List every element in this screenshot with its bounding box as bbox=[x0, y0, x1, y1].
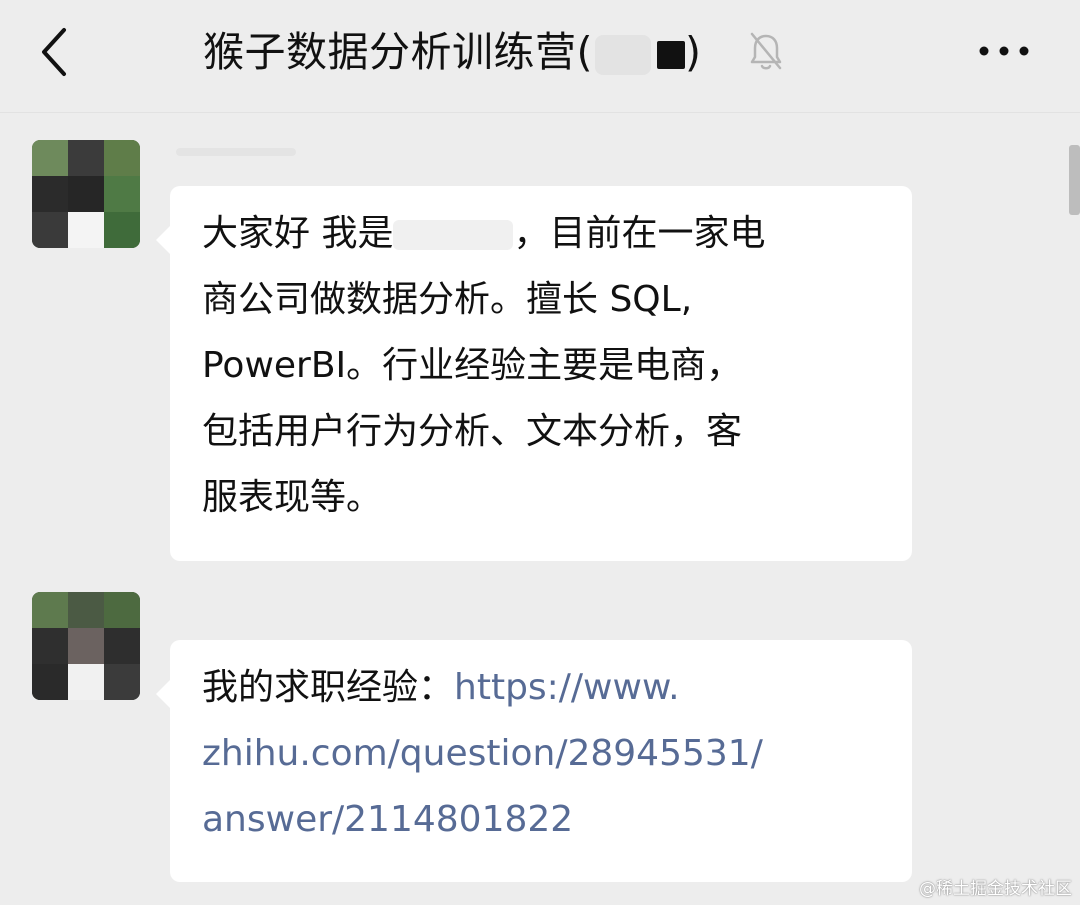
link-text[interactable]: https://www. bbox=[454, 667, 680, 708]
bell-off-icon bbox=[750, 32, 782, 70]
chat-title-close: ) bbox=[685, 28, 702, 76]
scrollbar[interactable] bbox=[1069, 145, 1080, 215]
link-text[interactable]: answer/2114801822 bbox=[202, 799, 573, 840]
avatar[interactable] bbox=[32, 592, 140, 700]
message-bubble[interactable]: 我的求职经验：https://www. zhihu.com/question/2… bbox=[156, 640, 912, 882]
link-text[interactable]: zhihu.com/question/28945531/ bbox=[202, 733, 763, 774]
message-text: 大家好 我是 ，目前在一家电 商公司做数据分析。擅长 SQL, PowerBI。行… bbox=[202, 213, 766, 518]
more-dots-icon[interactable] bbox=[976, 36, 1032, 66]
avatar[interactable] bbox=[32, 140, 140, 248]
chat-title-text: 猴子数据分析训练营( bbox=[203, 28, 593, 76]
bubble-tail bbox=[156, 226, 170, 254]
message-text: 我的求职经验：https://www. zhihu.com/question/2… bbox=[202, 667, 763, 840]
chevron-left-icon[interactable] bbox=[34, 22, 78, 82]
chat-header: 猴子数据分析训练营() bbox=[0, 0, 1080, 113]
redaction-box bbox=[657, 41, 685, 69]
redacted-count bbox=[595, 35, 651, 75]
message-bubble[interactable]: 大家好 我是 ，目前在一家电 商公司做数据分析。擅长 SQL, PowerBI。行… bbox=[156, 186, 912, 561]
watermark: @稀土掘金技术社区 bbox=[919, 879, 1072, 899]
nickname-redacted bbox=[176, 148, 296, 156]
chat-title: 猴子数据分析训练营() bbox=[203, 20, 702, 84]
bubble-tail bbox=[156, 680, 170, 708]
redacted-name bbox=[393, 220, 514, 250]
